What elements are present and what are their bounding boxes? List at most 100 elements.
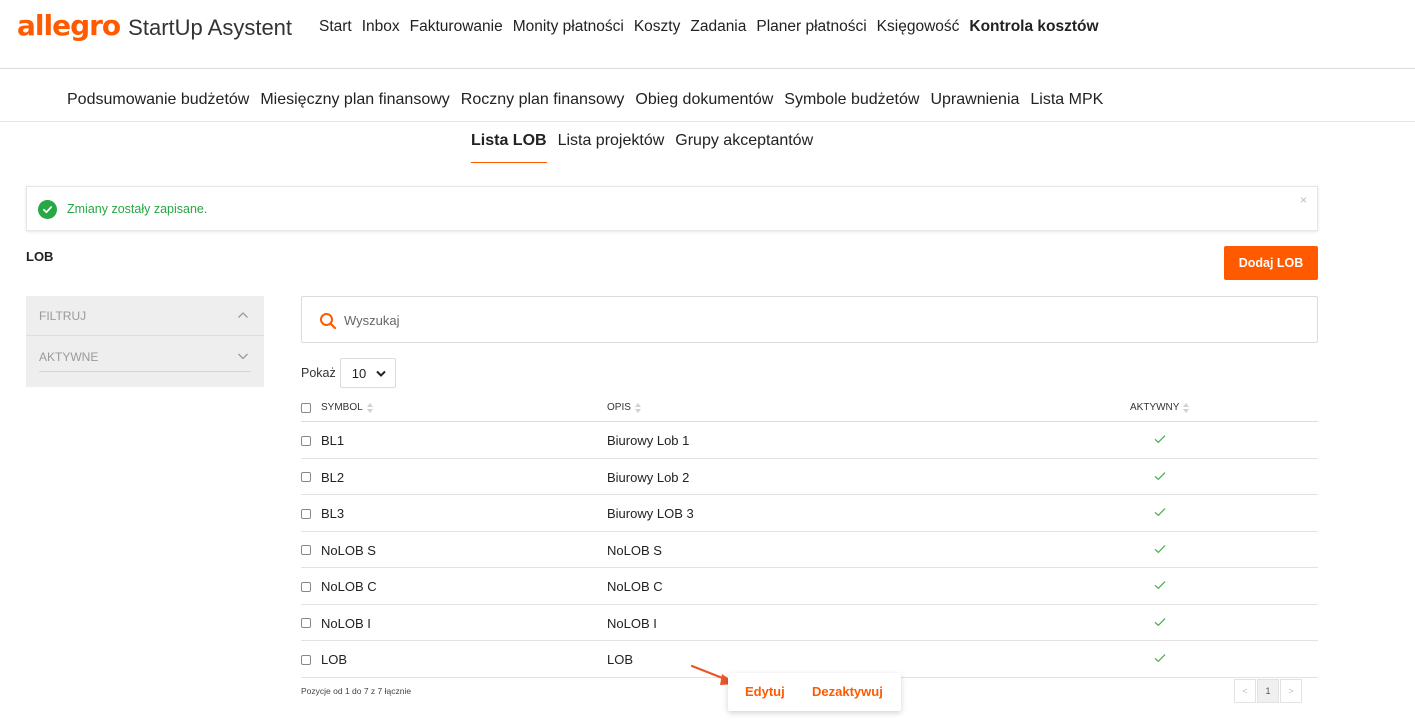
- success-alert: Zmiany zostały zapisane. ×: [26, 186, 1318, 231]
- table-row[interactable]: BL1 Biurowy Lob 1: [301, 422, 1318, 459]
- subnav-obieg[interactable]: Obieg dokumentów: [635, 91, 773, 109]
- sort-icon: [1183, 402, 1190, 413]
- column-opis[interactable]: OPIS: [607, 402, 642, 413]
- symbol-value: LOB: [321, 652, 348, 667]
- nav-ksiegowosc[interactable]: Księgowość: [877, 18, 960, 36]
- page-size-value: 10: [351, 366, 367, 381]
- cell-opis: LOB: [607, 652, 634, 667]
- table-row[interactable]: NoLOB I NoLOB I: [301, 605, 1318, 641]
- nav-monity[interactable]: Monity płatności: [513, 18, 624, 36]
- cell-opis: Biurowy Lob 1: [607, 433, 690, 448]
- pagination: < 1 >: [1234, 679, 1303, 703]
- cell-opis: Biurowy LOB 3: [607, 506, 694, 521]
- subnav-roczny[interactable]: Roczny plan finansowy: [461, 91, 625, 109]
- subnav-lista-mpk[interactable]: Lista MPK: [1030, 91, 1103, 109]
- select-all-checkbox[interactable]: [301, 402, 311, 413]
- check-icon: [1154, 581, 1166, 590]
- nav-planer[interactable]: Planer płatności: [756, 18, 866, 36]
- add-lob-button[interactable]: Dodaj LOB: [1224, 246, 1318, 280]
- check-icon: [1154, 544, 1166, 553]
- filter-panel: FILTRUJ AKTYWNE: [26, 296, 264, 387]
- page-1-button[interactable]: 1: [1257, 679, 1279, 703]
- alert-message: Zmiany zostały zapisane.: [67, 202, 208, 216]
- prev-page-button[interactable]: <: [1234, 679, 1256, 703]
- tabs: Lista LOB Lista projektów Grupy akceptan…: [471, 132, 824, 163]
- tab-grupy-akceptantow[interactable]: Grupy akceptantów: [675, 132, 813, 163]
- tab-lista-projektow[interactable]: Lista projektów: [558, 132, 665, 163]
- cell-symbol: NoLOB S: [301, 543, 376, 558]
- edit-button[interactable]: Edytuj: [745, 684, 785, 699]
- row-actions-popup: Edytuj Dezaktywuj: [728, 673, 901, 711]
- close-icon[interactable]: ×: [1300, 193, 1307, 207]
- row-checkbox[interactable]: [301, 472, 311, 482]
- symbol-value: BL3: [321, 506, 345, 521]
- row-checkbox[interactable]: [301, 545, 311, 555]
- column-aktywny[interactable]: AKTYWNY: [1130, 402, 1190, 413]
- sort-icon: [634, 402, 642, 413]
- row-checkbox[interactable]: [301, 618, 311, 628]
- subnav-symbole[interactable]: Symbole budżetów: [784, 91, 919, 109]
- nav-inbox[interactable]: Inbox: [362, 18, 400, 36]
- filter-toggle[interactable]: FILTRUJ: [26, 296, 264, 336]
- deactivate-button[interactable]: Dezaktywuj: [812, 684, 883, 699]
- cell-opis: NoLOB S: [607, 542, 662, 558]
- cell-symbol: NoLOB I: [301, 616, 371, 631]
- row-checkbox[interactable]: [301, 508, 311, 519]
- table-header: SYMBOL OPIS AKTYWNY: [301, 395, 1318, 422]
- column-symbol-label: SYMBOL: [321, 402, 363, 413]
- nav-fakturowanie[interactable]: Fakturowanie: [410, 18, 503, 36]
- next-page-button[interactable]: >: [1280, 679, 1302, 703]
- nav-kontrola-kosztow[interactable]: Kontrola kosztów: [969, 18, 1098, 36]
- nav-koszty[interactable]: Koszty: [634, 18, 681, 36]
- table-row[interactable]: BL2 Biurowy Lob 2: [301, 459, 1318, 495]
- sub-nav: Podsumowanie budżetów Miesięczny plan fi…: [0, 70, 1415, 122]
- table-row[interactable]: NoLOB C NoLOB C: [301, 568, 1318, 605]
- subnav-miesieczny[interactable]: Miesięczny plan finansowy: [260, 91, 449, 109]
- table-row[interactable]: NoLOB S NoLOB S: [301, 532, 1318, 568]
- cell-symbol: BL1: [301, 433, 344, 448]
- row-checkbox[interactable]: [301, 654, 311, 665]
- sort-icon: [366, 402, 374, 413]
- nav-start[interactable]: Start: [319, 18, 352, 36]
- row-checkbox[interactable]: [301, 581, 311, 592]
- page-size: Pokaż 10: [301, 358, 396, 388]
- page-size-select[interactable]: 10: [339, 358, 396, 388]
- brand[interactable]: allegro StartUp Asystent: [17, 9, 292, 42]
- check-icon: [1154, 471, 1166, 480]
- check-icon: [1154, 617, 1166, 626]
- cell-opis: NoLOB I: [607, 615, 657, 631]
- cell-symbol: LOB: [301, 652, 347, 667]
- search-input[interactable]: [344, 308, 1244, 332]
- search-box: [301, 296, 1318, 343]
- column-aktywny-label: AKTYWNY: [1130, 402, 1180, 413]
- check-icon: [1154, 435, 1166, 444]
- symbol-value: BL2: [321, 469, 345, 485]
- tab-lista-lob[interactable]: Lista LOB: [471, 132, 547, 163]
- check-circle-icon: [38, 200, 57, 219]
- cell-symbol: NoLOB C: [301, 579, 377, 594]
- main-nav: Start Inbox Fakturowanie Monity płatnośc…: [319, 18, 1109, 36]
- subnav-uprawnienia[interactable]: Uprawnienia: [930, 91, 1019, 109]
- chevron-up-icon: [238, 312, 248, 318]
- allegro-logo[interactable]: allegro: [17, 9, 121, 42]
- divider: [39, 371, 251, 372]
- filter-label: FILTRUJ: [39, 309, 87, 323]
- lob-table: SYMBOL OPIS AKTYWNY BL1 Biurowy Lob 1 BL2 B…: [301, 395, 1318, 678]
- show-label: Pokaż: [301, 366, 336, 380]
- column-symbol[interactable]: SYMBOL: [301, 402, 374, 413]
- cell-opis: Biurowy Lob 2: [607, 469, 690, 485]
- table-row[interactable]: BL3 Biurowy LOB 3: [301, 495, 1318, 532]
- chevron-down-icon: [376, 370, 386, 377]
- chevron-down-icon: [238, 353, 248, 360]
- cell-symbol: BL3: [301, 506, 344, 521]
- column-opis-label: OPIS: [607, 402, 631, 413]
- nav-zadania[interactable]: Zadania: [690, 18, 746, 36]
- top-header: allegro StartUp Asystent Start Inbox Fak…: [0, 0, 1415, 69]
- app-name: StartUp Asystent: [128, 15, 293, 40]
- search-icon: [320, 313, 337, 330]
- row-checkbox[interactable]: [301, 435, 311, 446]
- cell-symbol: BL2: [301, 470, 344, 485]
- subnav-podsumowanie[interactable]: Podsumowanie budżetów: [67, 91, 249, 109]
- cell-opis: NoLOB C: [607, 579, 663, 594]
- page-title: LOB: [26, 249, 54, 264]
